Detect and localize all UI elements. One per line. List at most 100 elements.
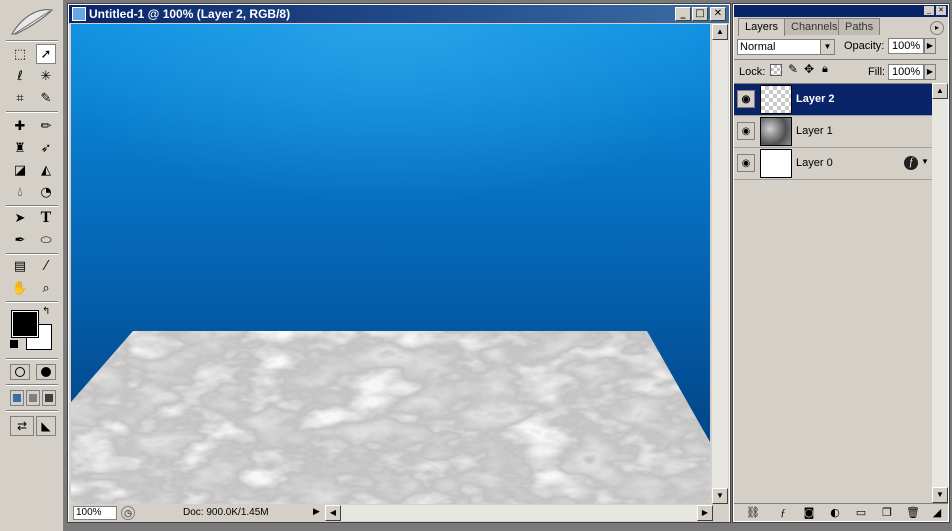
document-titlebar[interactable]: Untitled-1 @ 100% (Layer 2, RGB/8) _ □ ✕ — [69, 5, 729, 23]
magic-wand-tool-icon[interactable]: ✳ — [36, 66, 56, 86]
palette-menu-icon[interactable]: ▸ — [930, 21, 944, 35]
close-button[interactable]: ✕ — [710, 7, 726, 21]
toolbox-separator — [6, 410, 58, 412]
jump-to-imageready-button[interactable]: ⇄ — [10, 416, 34, 436]
toolbox-separator — [6, 301, 58, 303]
layer-row-layer-0[interactable]: ◉ Layer 0 f ▼ — [734, 148, 932, 180]
layer-thumbnail — [760, 85, 792, 114]
layer-row-layer-2[interactable]: ◉ Layer 2 — [734, 84, 932, 116]
maximize-button[interactable]: □ — [692, 7, 708, 21]
document-icon — [72, 7, 86, 21]
expand-effects-icon[interactable]: ▼ — [921, 157, 929, 166]
lock-all-icon[interactable]: 🔒︎ — [822, 63, 828, 76]
scroll-right-arrow-icon[interactable]: ▶ — [697, 505, 713, 521]
type-tool-icon[interactable]: T — [36, 208, 56, 228]
add-layer-mask-icon[interactable]: ◙ — [802, 506, 816, 520]
standard-screen-mode-button[interactable] — [10, 390, 24, 406]
blend-mode-select[interactable]: Normal ▼ — [737, 39, 835, 55]
crop-tool-icon[interactable]: ⌗ — [10, 88, 30, 108]
screen-mode-icon — [13, 394, 21, 402]
ellipse-tool-icon[interactable]: ⬭ — [36, 230, 56, 250]
screen-mode-icon — [45, 394, 53, 402]
new-layer-icon[interactable]: ❐ — [880, 506, 894, 520]
opacity-field[interactable]: 100% — [888, 38, 924, 54]
scroll-up-arrow-icon[interactable]: ▲ — [712, 24, 728, 40]
eraser-tool-icon[interactable]: ◪ — [10, 160, 30, 180]
toolbox-separator — [6, 40, 58, 42]
document-horizontal-scrollbar[interactable]: ◀ ▶ — [325, 505, 713, 521]
foreground-color-swatch[interactable] — [11, 310, 39, 338]
slice-tool-icon[interactable]: ✎ — [36, 88, 56, 108]
new-adjustment-layer-icon[interactable]: ◐ — [828, 506, 842, 520]
blur-tool-icon[interactable]: 💧︎ — [10, 182, 30, 202]
resize-grip-icon[interactable]: ◢ — [930, 506, 944, 520]
lock-transparency-icon[interactable] — [770, 64, 782, 76]
zoom-tool-icon[interactable]: ⌕ — [36, 278, 56, 298]
palette-divider — [734, 59, 948, 60]
standard-mode-button[interactable] — [10, 364, 30, 380]
link-layers-icon[interactable]: ⛓ — [746, 506, 760, 520]
lock-paint-icon[interactable]: ✎ — [788, 62, 798, 76]
hand-tool-icon[interactable]: ✋ — [10, 278, 30, 298]
status-menu-arrow-icon[interactable]: ▶ — [313, 506, 320, 517]
imageready-logo-button[interactable]: ◣ — [36, 416, 56, 436]
fill-field[interactable]: 100% — [888, 64, 924, 80]
opacity-slider-arrow-icon[interactable]: ▶ — [924, 38, 936, 54]
chevron-down-icon: ▼ — [820, 40, 834, 54]
quick-mask-icon — [41, 367, 51, 377]
new-group-icon[interactable]: ▭ — [854, 506, 868, 520]
canvas-artwork — [71, 24, 710, 504]
visibility-eye-icon[interactable]: ◉ — [737, 122, 755, 140]
layers-scrollbar[interactable]: ▲ ▼ — [932, 83, 948, 503]
paint-bucket-tool-icon[interactable]: ◭ — [36, 160, 56, 180]
trash-icon[interactable]: 🗑︎ — [906, 506, 920, 520]
full-screen-menu-mode-button[interactable] — [26, 390, 40, 406]
status-info-icon[interactable]: ◷ — [121, 506, 135, 520]
eyedropper-tool-icon[interactable]: ⁄ — [36, 256, 56, 276]
document-vertical-scrollbar[interactable]: ▲ ▼ — [712, 24, 728, 504]
scroll-up-arrow-icon[interactable]: ▲ — [932, 83, 948, 99]
scroll-left-arrow-icon[interactable]: ◀ — [325, 505, 341, 521]
visibility-eye-icon[interactable]: ◉ — [737, 154, 755, 172]
toolbox-separator — [6, 111, 58, 113]
dodge-tool-icon[interactable]: ◔ — [36, 182, 56, 202]
palette-titlebar[interactable]: _ ✕ — [734, 5, 948, 17]
toolbox-separator — [6, 253, 58, 255]
zoom-level-field[interactable]: 100% — [73, 506, 117, 520]
default-colors-icon[interactable] — [10, 340, 18, 348]
visibility-eye-icon[interactable]: ◉ — [737, 90, 755, 108]
toolbox: ⬚ ➚ ℓ ✳ ⌗ ✎ ✚ ✏ ♜ ➶ ◪ ◭ 💧︎ ◔ ➤ T ✒ ⬭ ▤ ⁄… — [0, 0, 64, 531]
move-tool-icon[interactable]: ➚ — [36, 44, 56, 64]
pen-tool-icon[interactable]: ✒ — [10, 230, 30, 250]
layer-row-layer-1[interactable]: ◉ Layer 1 — [734, 116, 932, 148]
tab-layers[interactable]: Layers — [738, 18, 786, 36]
layer-effects-icon[interactable]: f — [904, 156, 918, 170]
history-brush-tool-icon[interactable]: ➶ — [36, 138, 56, 158]
blend-mode-value: Normal — [740, 41, 776, 53]
tab-channels[interactable]: Channels — [784, 18, 845, 35]
swap-colors-icon[interactable]: ↰ — [42, 306, 50, 317]
lock-position-icon[interactable]: ✥ — [804, 62, 814, 76]
brush-tool-icon[interactable]: ✏ — [36, 116, 56, 136]
clone-stamp-tool-icon[interactable]: ♜ — [10, 138, 30, 158]
fill-slider-arrow-icon[interactable]: ▶ — [924, 64, 936, 80]
scroll-down-arrow-icon[interactable]: ▼ — [932, 487, 948, 503]
marquee-tool-icon[interactable]: ⬚ — [10, 44, 30, 64]
toolbox-separator — [6, 384, 58, 386]
palette-minimize-button[interactable]: _ — [924, 6, 934, 15]
full-screen-mode-button[interactable] — [42, 390, 56, 406]
path-selection-tool-icon[interactable]: ➤ — [10, 208, 30, 228]
lasso-tool-icon[interactable]: ℓ — [10, 66, 30, 86]
tab-paths[interactable]: Paths — [838, 18, 881, 35]
document-title: Untitled-1 @ 100% (Layer 2, RGB/8) — [89, 7, 291, 21]
layer-thumbnail — [760, 117, 792, 146]
scroll-down-arrow-icon[interactable]: ▼ — [712, 488, 728, 504]
image-canvas[interactable] — [71, 24, 710, 504]
healing-brush-tool-icon[interactable]: ✚ — [10, 116, 30, 136]
minimize-button[interactable]: _ — [675, 7, 691, 21]
palette-close-button[interactable]: ✕ — [936, 6, 946, 15]
notes-tool-icon[interactable]: ▤ — [10, 256, 30, 276]
add-layer-style-icon[interactable]: ƒ — [776, 506, 790, 520]
photoshop-feather-icon[interactable] — [6, 4, 58, 40]
quick-mask-button[interactable] — [36, 364, 56, 380]
